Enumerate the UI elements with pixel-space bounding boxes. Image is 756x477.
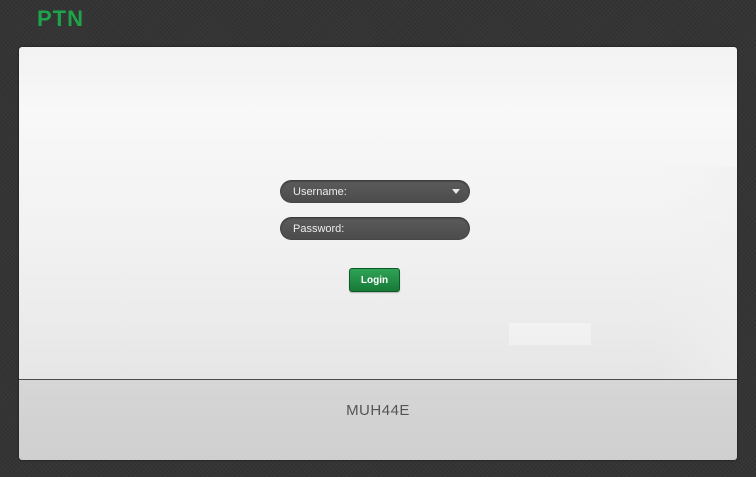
- background-artifact: [509, 323, 591, 345]
- device-model-label: MUH44E: [346, 402, 410, 419]
- password-label: Password:: [293, 222, 345, 235]
- brand-logo-text: PTN: [37, 6, 84, 31]
- username-field[interactable]: Username:: [280, 180, 470, 203]
- login-button[interactable]: Login: [349, 268, 400, 292]
- panel-footer: [19, 380, 737, 460]
- page: PTN Username: Password: Login MUH44E: [0, 0, 756, 477]
- brand-logo: PTN: [37, 6, 84, 31]
- username-label: Username:: [293, 185, 347, 198]
- password-field[interactable]: Password:: [280, 217, 470, 240]
- login-panel: Username: Password: Login MUH44E: [19, 47, 737, 460]
- login-panel-body: Username: Password: Login: [19, 47, 737, 379]
- chevron-down-icon[interactable]: [452, 189, 460, 194]
